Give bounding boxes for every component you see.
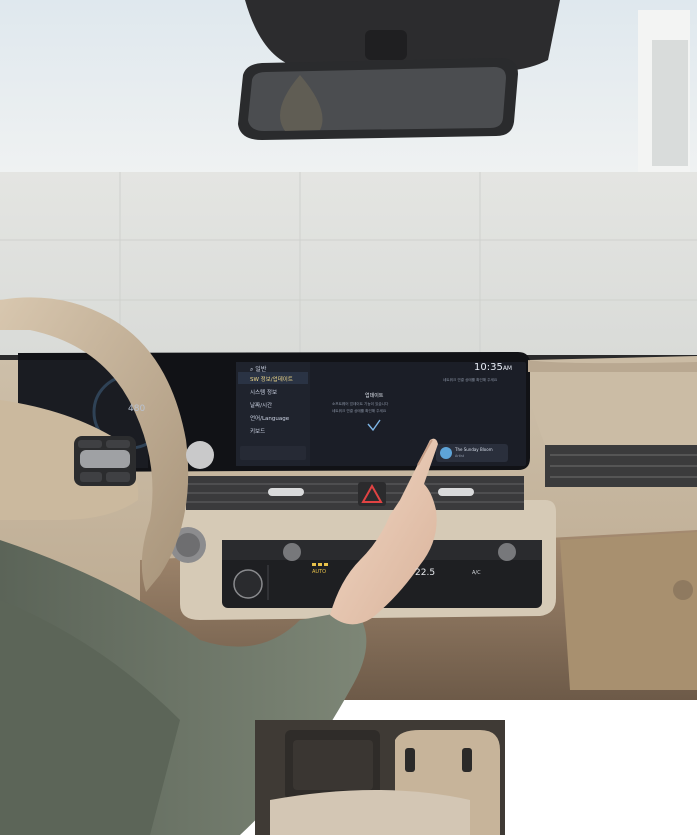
album-art	[440, 447, 452, 459]
menu-item-sw-update[interactable]: SW 정보/업데이트	[250, 375, 293, 383]
notification-text: 네트워크 연결 상태를 확인해 주세요	[443, 378, 498, 382]
photo-canvas	[0, 0, 697, 835]
car-interior-photo: ⌕ 일반 10:35AM SW 정보/업데이트 시스템 정보 날짜/시간 언어/…	[0, 0, 697, 835]
settings-breadcrumb[interactable]: ⌕ 일반	[250, 364, 266, 374]
glovebox	[560, 532, 697, 690]
cluster-readout: 480	[128, 404, 146, 414]
fan-auto-label[interactable]: AUTO	[312, 569, 326, 575]
search-icon: ⌕	[250, 366, 254, 373]
steering-button-center[interactable]	[80, 450, 130, 468]
volume-knob[interactable]	[283, 543, 301, 561]
temperature-display: 22.5	[415, 568, 436, 578]
wiper-stalk[interactable]	[186, 441, 214, 469]
power-button[interactable]	[233, 569, 263, 599]
menu-item-date-time[interactable]: 날짜/시간	[250, 401, 272, 409]
armrest	[270, 790, 470, 835]
panel-line-1: 소프트웨어 업데이트 기능이 있습니다	[332, 402, 389, 406]
menu-item-language[interactable]: 언어/Language	[250, 414, 289, 422]
media-subtitle: Artist	[455, 454, 465, 458]
menu-item-system-info[interactable]: 시스템 정보	[250, 388, 277, 396]
panel-title: 업데이트	[365, 393, 384, 399]
clock: 10:35AM	[474, 362, 513, 373]
menu-item-keyboard[interactable]: 키보드	[250, 427, 265, 435]
tune-knob[interactable]	[498, 543, 516, 561]
mirror-mount	[365, 30, 407, 60]
bottom-nav-bar[interactable]	[240, 446, 306, 460]
media-title: The Sunday Bloom	[455, 447, 493, 452]
ac-button[interactable]: A/C	[472, 570, 481, 576]
panel-line-2: 네트워크 연결 상태를 확인해 주세요	[332, 409, 387, 413]
